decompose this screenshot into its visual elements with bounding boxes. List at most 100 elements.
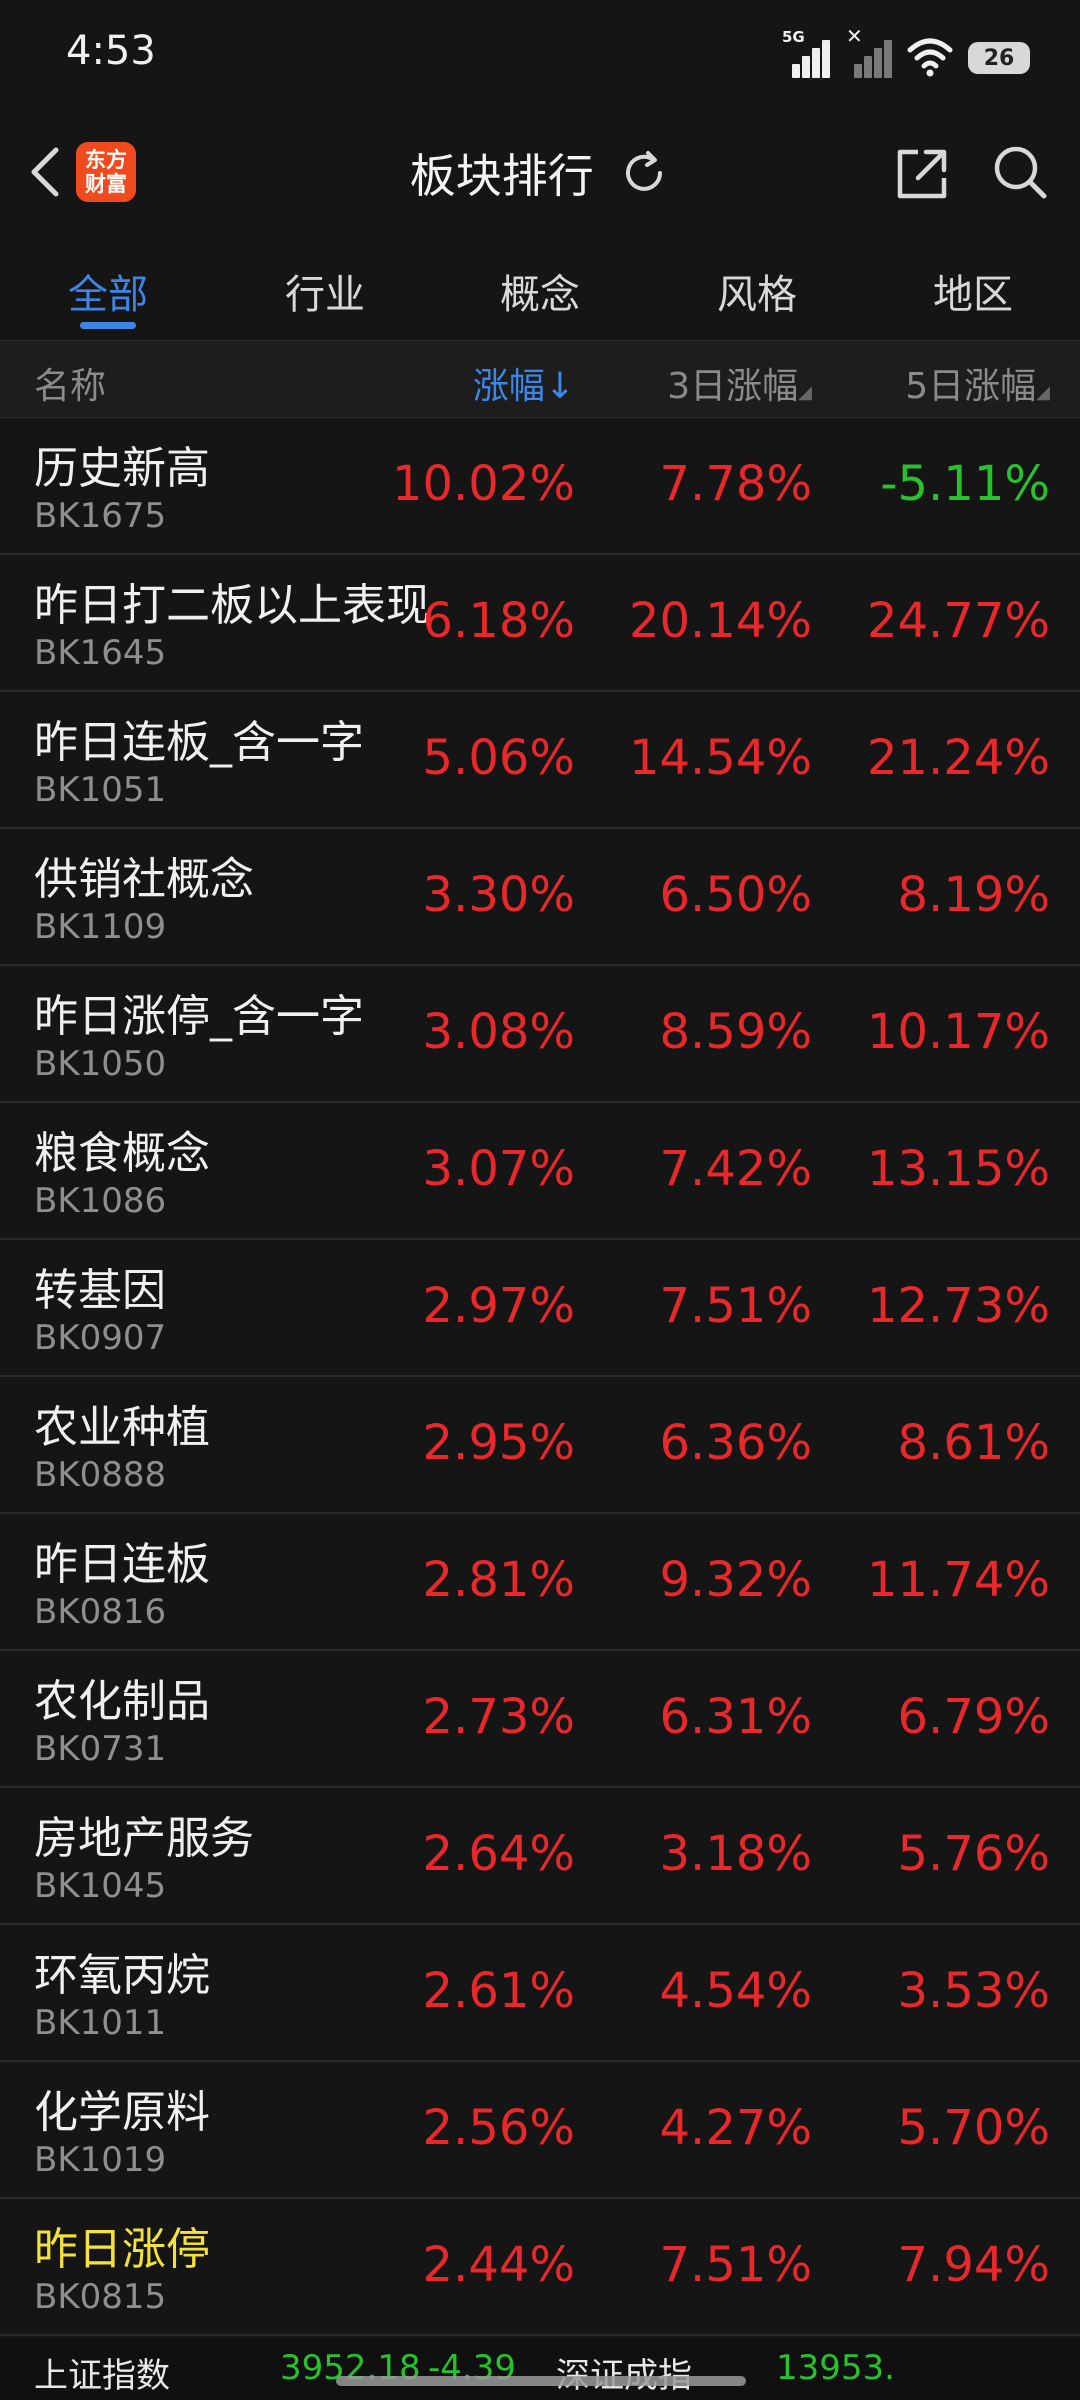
table-row[interactable]: 昨日连板_含一字 BK1051 5.06% 14.54% 21.24% (0, 692, 1080, 829)
sort-triangle-icon: ◢ (798, 382, 812, 403)
change-value: 5.06% (422, 730, 575, 786)
share-icon[interactable] (892, 144, 952, 204)
table-row[interactable]: 昨日打二板以上表现 BK1645 6.18% 20.14% 24.77% (0, 555, 1080, 692)
sector-name: 农业种植 (34, 1402, 210, 1453)
sector-name: 转基因 (34, 1265, 166, 1316)
sector-code: BK1019 (34, 2140, 167, 2180)
sector-name: 昨日连板 (34, 1539, 210, 1590)
index-ticker[interactable]: 上证指数 3952.18 -4.39 深证成指 13953. (0, 2338, 1080, 2400)
column-change-label: 涨幅 (472, 366, 545, 407)
change-5d-value: 5.76% (897, 1826, 1050, 1882)
change-value: 3.08% (422, 1004, 575, 1060)
table-row[interactable]: 历史新高 BK1675 10.02% 7.78% -5.11% (0, 418, 1080, 555)
refresh-icon[interactable] (618, 147, 670, 199)
category-tabs: 全部 行业 概念 风格 地区 (0, 250, 1080, 340)
page-title: 板块排行 (409, 149, 594, 203)
signal-5g-icon: 5G (782, 28, 830, 78)
change-3d-value: 7.42% (659, 1141, 812, 1197)
sector-list: 历史新高 BK1675 10.02% 7.78% -5.11% 昨日打二板以上表… (0, 418, 1080, 2336)
change-5d-value: 21.24% (866, 730, 1050, 786)
sector-name: 房地产服务 (34, 1813, 254, 1864)
tab-industry[interactable]: 行业 (285, 262, 365, 320)
column-change-3d-sort[interactable]: 3日涨幅◢ (667, 357, 812, 409)
home-indicator[interactable] (336, 2376, 746, 2386)
change-value: 3.30% (422, 867, 575, 923)
signal-no-service-icon: ✕ (844, 24, 892, 78)
table-row[interactable]: 农化制品 BK0731 2.73% 6.31% 6.79% (0, 1651, 1080, 1788)
tab-style[interactable]: 风格 (717, 262, 797, 320)
status-time: 4:53 (66, 28, 156, 74)
index2-value: 13953. (776, 2348, 895, 2388)
change-5d-value: 5.70% (897, 2100, 1050, 2156)
search-icon[interactable] (990, 142, 1050, 202)
sector-code: BK1051 (34, 770, 167, 810)
sector-name: 昨日涨停_含一字 (34, 991, 364, 1042)
table-row[interactable]: 环氧丙烷 BK1011 2.61% 4.54% 3.53% (0, 1925, 1080, 2062)
change-value: 10.02% (391, 456, 575, 512)
change-3d-value: 6.50% (659, 867, 812, 923)
change-3d-value: 4.27% (659, 2100, 812, 2156)
change-value: 2.61% (422, 1963, 575, 2019)
tab-concept[interactable]: 概念 (500, 262, 580, 320)
change-3d-value: 9.32% (659, 1552, 812, 1608)
table-row[interactable]: 房地产服务 BK1045 2.64% 3.18% 5.76% (0, 1788, 1080, 1925)
table-row[interactable]: 化学原料 BK1019 2.56% 4.27% 5.70% (0, 2062, 1080, 2199)
change-3d-value: 6.31% (659, 1689, 812, 1745)
sector-code: BK1045 (34, 1866, 167, 1906)
sector-code: BK1109 (34, 907, 167, 947)
sector-name: 农化制品 (34, 1676, 210, 1727)
table-row[interactable]: 昨日涨停 BK0815 2.44% 7.51% 7.94% (0, 2199, 1080, 2336)
table-row[interactable]: 转基因 BK0907 2.97% 7.51% 12.73% (0, 1240, 1080, 1377)
column-change-3d-label: 3日涨幅 (667, 366, 799, 407)
change-value: 2.81% (422, 1552, 575, 1608)
change-value: 2.73% (422, 1689, 575, 1745)
change-5d-value: 24.77% (866, 593, 1050, 649)
change-value: 2.64% (422, 1826, 575, 1882)
column-name: 名称 (34, 366, 107, 407)
change-value: 3.07% (422, 1141, 575, 1197)
sector-code: BK1086 (34, 1181, 167, 1221)
battery-level: 26 (968, 42, 1030, 74)
change-3d-value: 20.14% (628, 593, 812, 649)
app-header: 东方 财富 板块排行 (0, 120, 1080, 230)
change-3d-value: 3.18% (659, 1826, 812, 1882)
change-5d-value: 12.73% (866, 1278, 1050, 1334)
column-change-sort[interactable]: 涨幅↓ (473, 357, 575, 409)
sector-name: 昨日涨停 (34, 2224, 210, 2275)
sector-code: BK0815 (34, 2277, 167, 2317)
table-row[interactable]: 粮食概念 BK1086 3.07% 7.42% 13.15% (0, 1103, 1080, 1240)
sector-name: 供销社概念 (34, 854, 254, 905)
change-5d-value: 8.61% (897, 1415, 1050, 1471)
wifi-icon (907, 38, 953, 77)
column-change-5d-sort[interactable]: 5日涨幅◢ (905, 357, 1050, 409)
change-3d-value: 7.78% (659, 456, 812, 512)
status-icons: 5G ✕ 26 (782, 24, 1030, 78)
sector-code: BK1675 (34, 496, 167, 536)
sort-triangle-icon: ◢ (1036, 382, 1050, 403)
sort-desc-icon: ↓ (544, 366, 575, 407)
column-change-5d-label: 5日涨幅 (905, 366, 1037, 407)
table-row[interactable]: 供销社概念 BK1109 3.30% 6.50% 8.19% (0, 829, 1080, 966)
change-5d-value: 11.74% (866, 1552, 1050, 1608)
battery-icon: 26 (968, 42, 1030, 78)
sector-code: BK0907 (34, 1318, 167, 1358)
change-5d-value: 3.53% (897, 1963, 1050, 2019)
tab-all[interactable]: 全部 (68, 262, 148, 320)
change-3d-value: 14.54% (628, 730, 812, 786)
table-row[interactable]: 农业种植 BK0888 2.95% 6.36% 8.61% (0, 1377, 1080, 1514)
change-3d-value: 7.51% (659, 1278, 812, 1334)
change-5d-value: 8.19% (897, 867, 1050, 923)
change-5d-value: 6.79% (897, 1689, 1050, 1745)
index1-name: 上证指数 (34, 2356, 170, 2396)
tab-region[interactable]: 地区 (933, 262, 1013, 320)
column-header: 名称 涨幅↓ 3日涨幅◢ 5日涨幅◢ (0, 340, 1080, 418)
change-3d-value: 6.36% (659, 1415, 812, 1471)
active-tab-indicator (80, 322, 136, 329)
change-value: 6.18% (422, 593, 575, 649)
table-row[interactable]: 昨日涨停_含一字 BK1050 3.08% 8.59% 10.17% (0, 966, 1080, 1103)
sector-name: 昨日打二板以上表现 (34, 580, 430, 631)
change-3d-value: 4.54% (659, 1963, 812, 2019)
network-label: 5G (782, 28, 805, 46)
change-5d-value: 13.15% (866, 1141, 1050, 1197)
table-row[interactable]: 昨日连板 BK0816 2.81% 9.32% 11.74% (0, 1514, 1080, 1651)
